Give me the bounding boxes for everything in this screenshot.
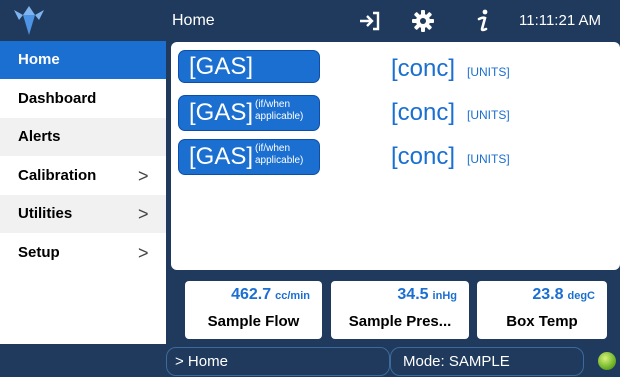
gas-label: [GAS]: [189, 143, 254, 170]
sidebar-item-label: Alerts: [18, 128, 61, 145]
tile-value: 34.5 inHg: [397, 286, 457, 303]
mode-indicator: Mode: SAMPLE: [390, 347, 584, 376]
sidebar-item-label: Dashboard: [18, 90, 97, 107]
info-icon[interactable]: [470, 8, 496, 34]
chevron-right-icon: >: [138, 166, 149, 186]
tile-sample-pressure[interactable]: 34.5 inHg Sample Pres...: [331, 281, 469, 339]
sidebar: Home Dashboard Alerts Calibration > Util…: [0, 41, 166, 344]
gas-note: (if/when: [255, 143, 291, 154]
mode-text: Mode: SAMPLE: [403, 353, 510, 370]
sidebar-item-utilities[interactable]: Utilities >: [0, 195, 166, 233]
gas-button-1[interactable]: [GAS]: [179, 51, 319, 82]
chevron-right-icon: >: [138, 204, 149, 224]
sidebar-item-label: Home: [18, 51, 60, 68]
sidebar-item-alerts[interactable]: Alerts: [0, 118, 166, 156]
tile-name: Box Temp: [506, 313, 578, 330]
breadcrumb: > Home: [166, 347, 390, 376]
tile-box-temp[interactable]: 23.8 degC Box Temp: [477, 281, 607, 339]
sidebar-item-label: Utilities: [18, 205, 73, 222]
gas-button-3[interactable]: [GAS] (if/when applicable): [179, 140, 319, 174]
logout-icon[interactable]: [356, 8, 382, 34]
tile-value: 23.8 degC: [532, 286, 595, 303]
gas-note: applicable): [255, 155, 304, 166]
units-label-3: [UNITS]: [467, 152, 510, 166]
clock: 11:11:21 AM: [519, 12, 602, 29]
tile-name: Sample Flow: [207, 313, 300, 330]
sidebar-item-setup[interactable]: Setup >: [0, 234, 166, 272]
conc-value-3: [conc]: [391, 143, 456, 170]
units-label-2: [UNITS]: [467, 108, 510, 122]
gas-label: [GAS]: [189, 53, 254, 80]
breadcrumb-text: > Home: [175, 353, 228, 370]
tile-name: Sample Pres...: [348, 313, 452, 330]
gas-button-2[interactable]: [GAS] (if/when applicable): [179, 96, 319, 130]
conc-value-2: [conc]: [391, 99, 456, 126]
logo-area: [0, 0, 166, 41]
sidebar-item-calibration[interactable]: Calibration >: [0, 157, 166, 195]
tile-sample-flow[interactable]: 462.7 cc/min Sample Flow: [185, 281, 322, 339]
gas-note: (if/when: [255, 99, 291, 110]
gas-label: [GAS]: [189, 99, 254, 126]
sidebar-item-home[interactable]: Home: [0, 41, 166, 79]
units-label-1: [UNITS]: [467, 65, 510, 79]
sidebar-item-dashboard[interactable]: Dashboard: [0, 80, 166, 118]
chevron-right-icon: >: [138, 243, 149, 263]
gas-note: applicable): [255, 111, 304, 122]
sidebar-item-label: Setup: [18, 244, 60, 261]
page-title: Home: [172, 12, 215, 29]
company-logo: [14, 6, 44, 35]
status-led-icon: [598, 352, 616, 370]
top-bar: Home 11:11:21 AM: [0, 0, 620, 41]
tile-value: 462.7 cc/min: [231, 286, 310, 303]
gear-icon[interactable]: [410, 8, 436, 34]
sidebar-item-label: Calibration: [18, 167, 97, 184]
conc-value-1: [conc]: [391, 55, 456, 82]
